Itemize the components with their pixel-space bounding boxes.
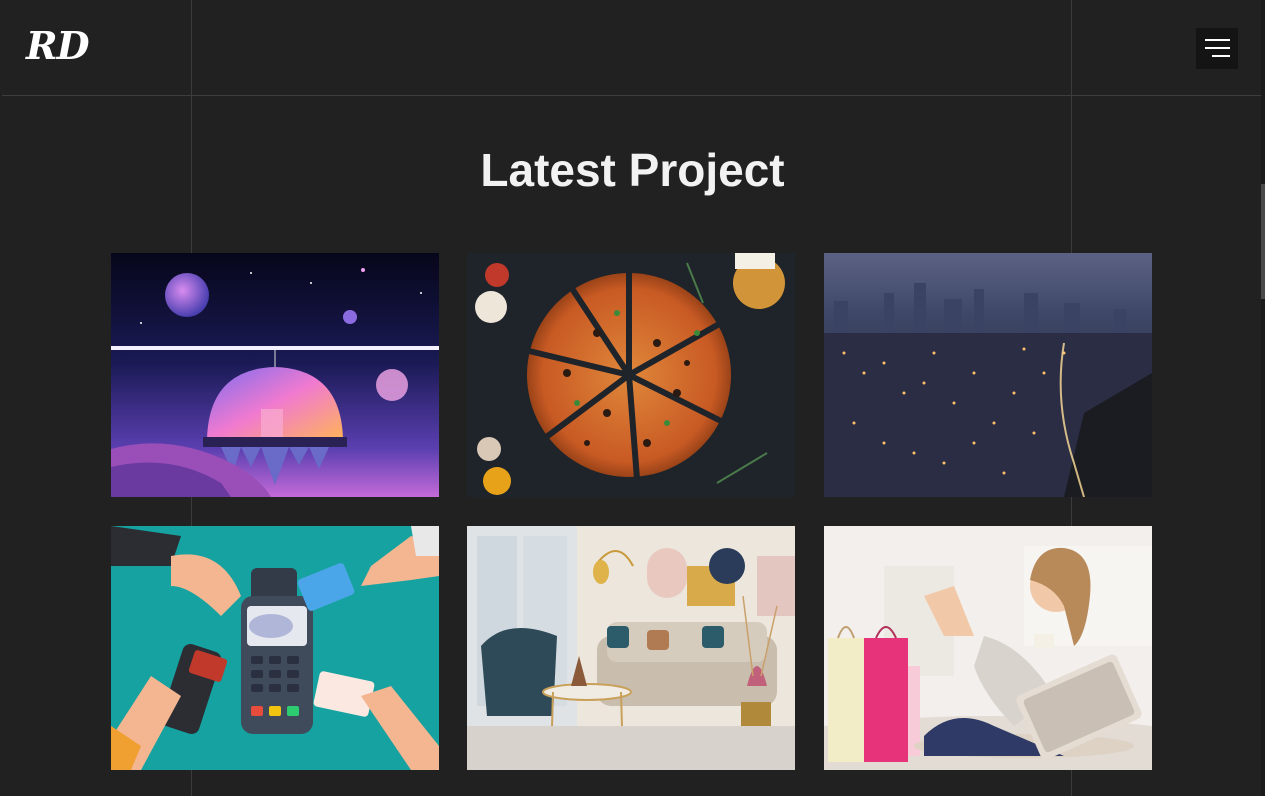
project-card-online-shopping[interactable] (824, 526, 1152, 770)
project-card-payment[interactable] (111, 526, 439, 770)
scrollbar-track[interactable] (1261, 0, 1265, 796)
city-night-skyline-photo (824, 253, 1152, 497)
scrollbar-thumb[interactable] (1261, 184, 1265, 299)
page: RD Latest Project (0, 0, 1265, 796)
living-room-interior-photo (467, 526, 795, 770)
section-title: Latest Project (480, 144, 785, 196)
sliced-pizza-photo (467, 253, 795, 497)
project-card-pizza[interactable] (467, 253, 795, 497)
space-dome-illustration (111, 253, 439, 497)
hamburger-icon (1205, 39, 1230, 41)
project-card-living-room[interactable] (467, 526, 795, 770)
contactless-payment-illustration (111, 526, 439, 770)
site-header: RD (2, 0, 1261, 96)
project-card-space-dome[interactable] (111, 253, 439, 497)
site-logo[interactable]: RD (26, 24, 90, 68)
project-card-city-night[interactable] (824, 253, 1152, 497)
menu-button[interactable] (1196, 28, 1238, 69)
woman-online-shopping-photo (824, 526, 1152, 770)
